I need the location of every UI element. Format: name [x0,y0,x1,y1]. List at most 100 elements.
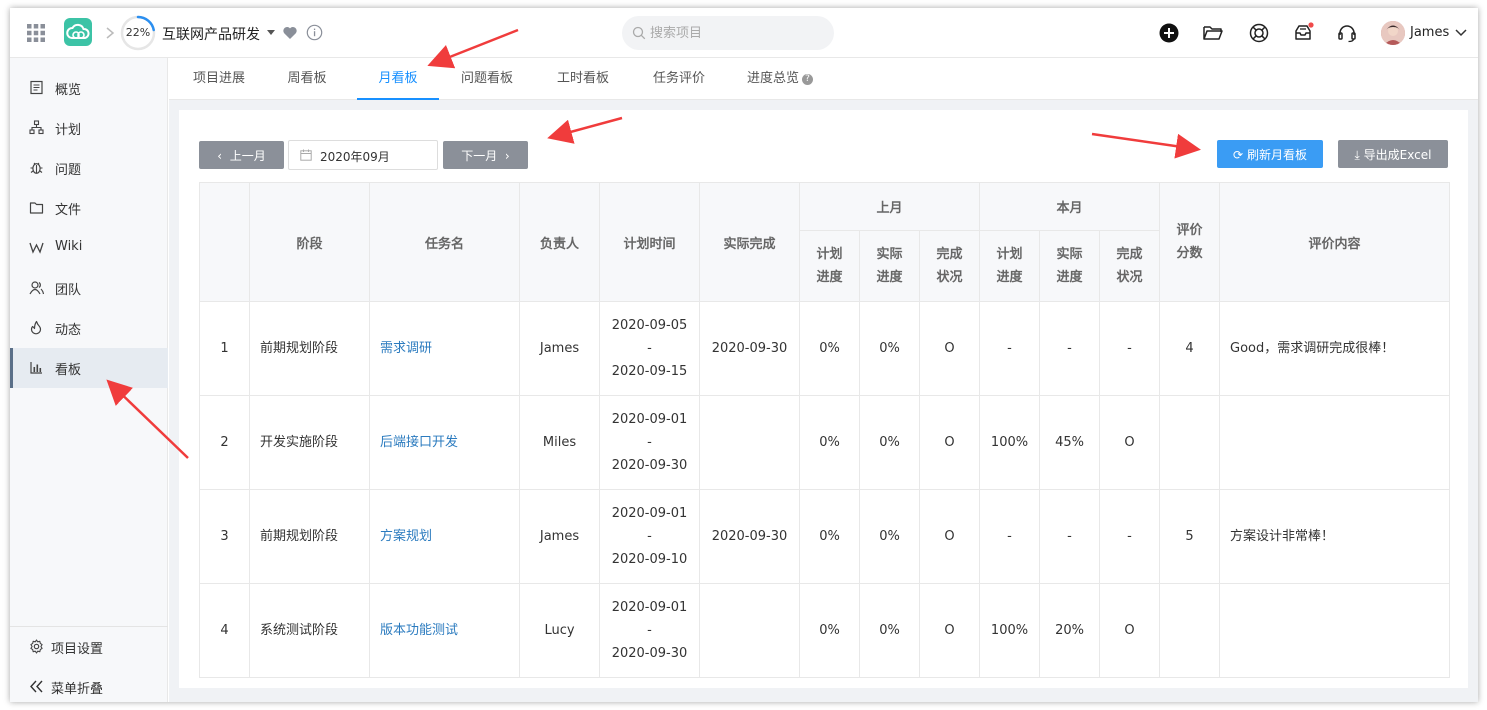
main-content: ‹ 上一月 2020年09月 下一月 › ⟳ 刷新月看板 ⤓ 导出成Excel [169,100,1478,702]
sidebar-item-label: 动态 [55,323,82,338]
sidebar-item-label: 团队 [55,283,82,298]
tab-issue-board[interactable]: 问题看板 [449,58,525,100]
cell-score: 5 [1159,489,1221,584]
sidebar-item-overview[interactable]: 概览 [10,68,168,108]
project-progress-text: 22% [125,26,151,39]
sidebar-item-activity[interactable]: 动态 [10,308,168,348]
cell-stage: 前期规划阶段 [249,489,370,584]
calendar-icon [300,149,312,161]
cell-lm-status: O [918,395,981,490]
col-header-no [199,182,250,302]
task-link[interactable]: 版本功能测试 [369,583,520,678]
sidebar: 概览 计划 问题 文件 Wiki 团队 动态 看板 项目设置 菜单折叠 [10,58,168,702]
heart-icon[interactable] [282,25,298,41]
overview-icon [30,80,43,95]
sidebar-item-board[interactable]: 看板 [10,348,168,388]
cell-lm-actual: 0% [859,489,920,584]
chevron-left-icon: ‹ [217,148,223,163]
next-month-button[interactable]: 下一月 › [443,141,528,169]
month-picker[interactable]: 2020年09月 [288,140,438,170]
tab-task-evaluation[interactable]: 任务评价 [641,58,717,100]
tab-label: 问题看板 [460,71,513,86]
cell-lm-status: O [918,489,981,584]
sidebar-item-team[interactable]: 团队 [10,268,168,308]
cell-lm-actual: 0% [859,583,920,678]
tab-label: 工时看板 [556,71,609,86]
tab-label: 月看板 [378,71,418,86]
prev-month-button[interactable]: ‹ 上一月 [199,141,284,169]
user-name[interactable]: James [1410,25,1449,40]
chevron-down-icon[interactable] [1455,28,1467,38]
cell-plan-time: 2020-09-01 - 2020-09-10 [599,489,700,584]
cell-stage: 开发实施阶段 [249,395,370,490]
cell-plan-time: 2020-09-05 - 2020-09-15 [599,301,700,396]
lifebuoy-icon[interactable] [1248,22,1270,44]
task-link[interactable]: 方案规划 [369,489,520,584]
cell-owner: Miles [519,395,600,490]
cell-lm-status: O [918,301,981,396]
task-link[interactable]: 后端接口开发 [369,395,520,490]
cell-owner: James [519,301,600,396]
col-header-plan-time: 计划时间 [599,182,700,302]
cell-stage: 系统测试阶段 [249,583,370,678]
collapse-menu-button[interactable]: 菜单折叠 [10,667,168,702]
plan-time-line: - [647,341,652,356]
tab-project-progress[interactable]: 项目进展 [181,58,257,100]
tab-worktime-board[interactable]: 工时看板 [545,58,621,100]
tab-monthly-board[interactable]: 月看板 [357,58,439,100]
cell-actual-done: 2020-09-30 [699,489,800,584]
help-icon[interactable]: ? [802,74,813,85]
search-box [622,16,834,50]
info-icon[interactable] [306,24,323,41]
tab-label: 项目进展 [192,71,245,86]
sidebar-item-wiki[interactable]: Wiki [10,228,168,268]
cell-tm-plan: 100% [979,395,1041,490]
cell-comment [1219,583,1451,678]
cell-no: 2 [199,395,250,490]
cell-tm-status: O [1099,395,1161,490]
cell-score: 4 [1159,301,1221,396]
cell-tm-plan: - [979,301,1041,396]
task-link[interactable]: 需求调研 [369,301,520,396]
cell-tm-actual: - [1039,489,1101,584]
project-settings-label: 项目设置 [51,642,104,657]
bug-icon [30,162,43,174]
double-chevron-left-icon [30,680,43,693]
gear-icon [30,639,43,654]
tab-bar: 项目进展 周看板 月看板 问题看板 工时看板 任务评价 进度总览? [169,58,1478,100]
tab-weekly-board[interactable]: 周看板 [277,58,337,100]
folder-icon[interactable] [1202,22,1224,44]
tab-label: 进度总览 [746,71,799,86]
cell-tm-plan: 100% [979,583,1041,678]
plan-time-line: - [647,623,652,638]
cell-no: 1 [199,301,250,396]
sidebar-item-files[interactable]: 文件 [10,188,168,228]
inbox-icon[interactable] [1292,22,1314,44]
cloud-logo-icon[interactable] [64,18,92,46]
next-month-label: 下一月 [461,148,498,163]
project-name[interactable]: 互联网产品研发 [162,24,260,44]
cell-tm-status: O [1099,583,1161,678]
project-settings-button[interactable]: 项目设置 [10,627,168,667]
col-header-lm-plan: 计划进度 [799,230,860,302]
export-excel-button[interactable]: ⤓ 导出成Excel [1338,140,1448,168]
search-input[interactable] [650,16,826,50]
app-window: 22% 互联网产品研发 搜索项目 James 概览 计划 问题 文件 Wiki … [10,8,1478,702]
col-header-comment: 评价内容 [1219,182,1451,302]
avatar[interactable] [1381,21,1405,45]
grid-icon[interactable] [26,23,46,43]
table-row: 4 系统测试阶段 版本功能测试 Lucy 2020-09-01 - 2020-09-30 0%… [199,583,1451,678]
monthly-board-table: 阶段 任务名 负责人 计划时间 实际完成 上月 本月 评价分数 评价内容 计划进… [199,182,1451,678]
plus-circle-icon[interactable] [1158,22,1180,44]
col-header-lm-actual: 实际进度 [859,230,920,302]
sidebar-item-issues[interactable]: 问题 [10,148,168,188]
tab-progress-overview[interactable]: 进度总览? [737,58,823,100]
refresh-monthly-board-button[interactable]: ⟳ 刷新月看板 [1217,140,1323,168]
headset-icon[interactable] [1336,22,1358,44]
sidebar-item-plan[interactable]: 计划 [10,108,168,148]
cell-score [1159,395,1221,490]
search-icon [632,26,646,40]
table-row: 1 前期规划阶段 需求调研 James 2020-09-05-2020-09-15 202… [199,301,1451,396]
plan-time-line: - [647,435,652,450]
caret-down-icon[interactable] [266,29,276,37]
